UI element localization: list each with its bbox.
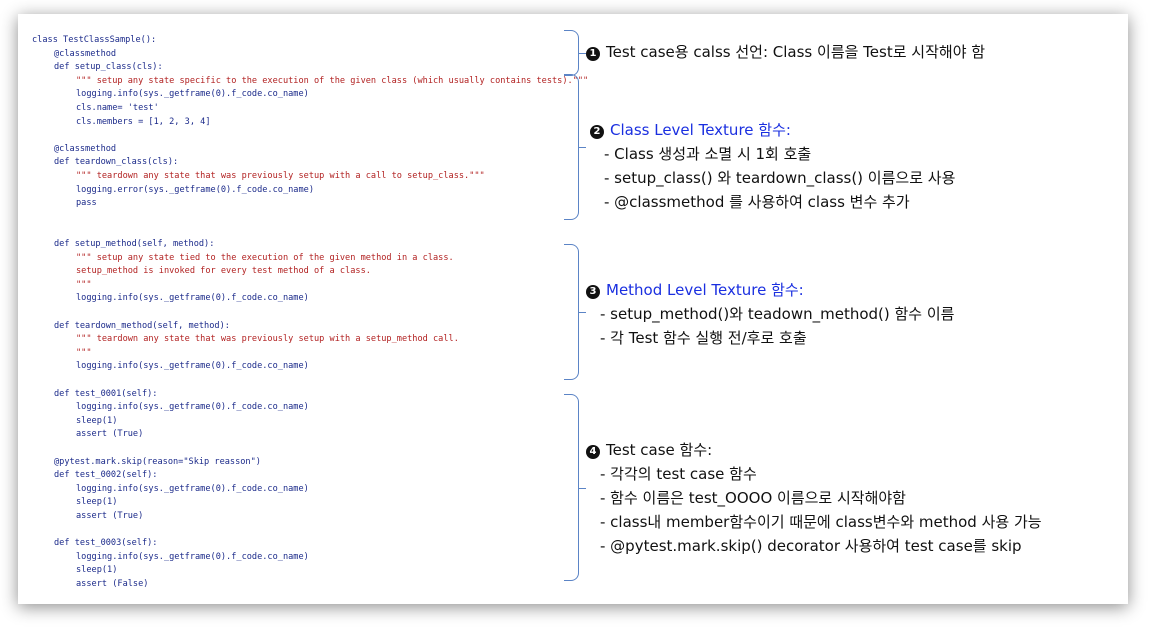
code-line: def test_0001(self):	[54, 388, 158, 399]
code-line: logging.info(sys._getframe(0).f_code.co_…	[76, 483, 309, 494]
code-line: cls.members = [1, 2, 3, 4]	[76, 116, 211, 127]
code-line: """ setup any state tied to the executio…	[76, 252, 454, 263]
number-1-icon: 1	[586, 47, 600, 61]
code-line: """ teardown any state that was previous…	[76, 171, 485, 181]
code-line: logging.info(sys._getframe(0).f_code.co_…	[76, 402, 309, 413]
code-line: setup_method is invoked for every test m…	[76, 266, 371, 277]
code-line: def teardown_method(self, method):	[54, 320, 230, 331]
brace-3	[564, 244, 586, 380]
code-line: sleep(1)	[76, 415, 118, 426]
code-line: logging.info(sys._getframe(0).f_code.co_…	[76, 361, 309, 372]
note-3: 3 Method Level Texture 함수: - setup_method…	[586, 278, 954, 350]
code-line: def test_0002(self):	[54, 470, 158, 481]
note-4-item: - @pytest.mark.skip() decorator 사용하여 tes…	[600, 537, 1022, 555]
number-3-icon: 3	[586, 285, 600, 299]
number-2-icon: 2	[590, 125, 604, 139]
number-4-icon: 4	[586, 445, 600, 459]
note-2-item: - setup_class() 와 teardown_class() 이름으로 …	[604, 169, 956, 187]
code-line: """ teardown any state that was previous…	[76, 334, 459, 345]
note-4-item: - class내 member함수이기 때문에 class변수와 method …	[600, 513, 1042, 531]
brace-2	[564, 74, 586, 220]
note-4: 4 Test case 함수: - 각각의 test case 함수 - 함수 이…	[586, 438, 1042, 558]
note-2-title: Class Level Texture 함수:	[610, 121, 791, 139]
note-2-item: - Class 생성과 소멸 시 1회 호출	[604, 145, 812, 163]
note-4-item: - 함수 이름은 test_OOOO 이름으로 시작해야함	[600, 489, 906, 507]
brace-4	[564, 394, 586, 581]
note-3-item: - 각 Test 함수 실행 전/후로 호출	[600, 329, 807, 347]
note-1-title: Test case용 calss 선언: Class 이름을 Test로 시작해…	[606, 43, 986, 61]
note-2-item: - @classmethod 를 사용하여 class 변수 추가	[604, 193, 910, 211]
note-3-title: Method Level Texture 함수:	[606, 281, 804, 299]
code-line: @pytest.mark.skip(reason="Skip reasson")	[54, 456, 261, 467]
code-line: cls.name= 'test'	[76, 103, 159, 113]
code-line: def test_0003(self):	[54, 538, 158, 549]
note-4-item: - 각각의 test case 함수	[600, 465, 757, 483]
code-line: assert (False)	[76, 579, 149, 589]
code-line: assert (True)	[76, 511, 144, 521]
code-line: logging.error(sys._getframe(0).f_code.co…	[76, 184, 314, 195]
code-line: pass	[76, 198, 97, 209]
code-line: sleep(1)	[76, 565, 118, 576]
code-line: logging.info(sys._getframe(0).f_code.co_…	[76, 293, 309, 304]
note-1: 1 Test case용 calss 선언: Class 이름을 Test로 시작…	[586, 40, 985, 64]
code-line: def setup_class(cls):	[54, 62, 163, 73]
code-line: class TestClassSample():	[32, 35, 157, 45]
code-line: def teardown_class(cls):	[54, 157, 179, 168]
slide-card: class TestClassSample(): @classmethod def …	[18, 14, 1128, 604]
code-line: @classmethod	[54, 48, 117, 59]
code-line: logging.info(sys._getframe(0).f_code.co_…	[76, 551, 309, 562]
brace-1	[564, 30, 586, 76]
code-line: assert (True)	[76, 429, 144, 440]
note-2: 2 Class Level Texture 함수: - Class 생성과 소멸 …	[590, 118, 955, 214]
code-line: """	[76, 279, 92, 290]
code-line: sleep(1)	[76, 497, 118, 508]
code-line: def setup_method(self, method):	[54, 239, 215, 249]
code-line: logging.info(sys._getframe(0).f_code.co_…	[76, 89, 309, 100]
code-line: """ setup any state specific to the exec…	[76, 75, 589, 86]
note-3-item: - setup_method()와 teadown_method() 함수 이름	[600, 305, 955, 323]
code-line: @classmethod	[54, 143, 117, 154]
note-4-title: Test case 함수:	[606, 441, 713, 459]
code-line: """	[76, 347, 92, 358]
